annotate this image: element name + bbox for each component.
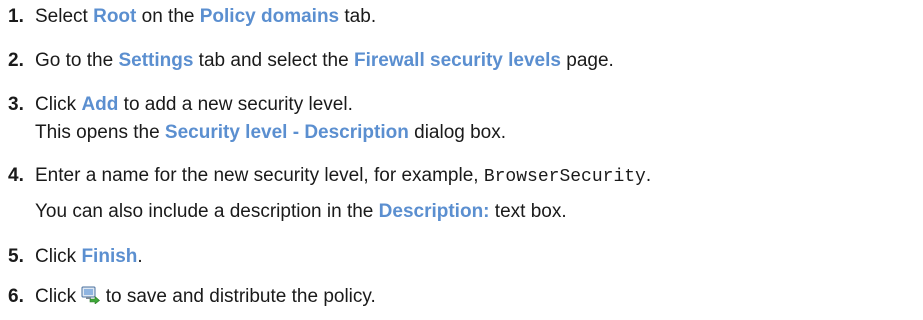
step-text: This opens the [35, 122, 165, 143]
step-text: You can also include a description in th… [35, 201, 379, 222]
ui-term-firewall-security-levels: Firewall security levels [353, 50, 561, 71]
procedure-steps: 1. Select Root on the Policy domains tab.… [0, 0, 923, 320]
step-text: . [645, 165, 652, 186]
step-text: page. [560, 50, 614, 71]
step-number: 5. [8, 246, 24, 267]
ui-term-root: Root [93, 6, 137, 27]
step-text: dialog box. [408, 122, 507, 143]
step-number: 6. [8, 286, 24, 307]
step-3: 3. Click Add to add a new security level. [8, 93, 353, 117]
code-example: BrowserSecurity [483, 167, 646, 187]
step-text: to add a new security level. [118, 94, 353, 115]
step-text: Click [35, 286, 82, 307]
step-text: Select [35, 6, 94, 27]
ui-term-add: Add [81, 94, 119, 115]
step-3-continuation: This opens the Security level - Descript… [35, 121, 506, 145]
ui-term-policy-domains: Policy domains [199, 6, 340, 27]
step-text: Enter a name for the new security level,… [35, 165, 484, 186]
step-5: 5. Click Finish. [8, 245, 143, 269]
step-number: 3. [8, 94, 24, 115]
step-4-continuation: You can also include a description in th… [35, 200, 567, 224]
step-6: 6. Click to save and distribute the polic… [8, 285, 376, 309]
step-number: 2. [8, 50, 24, 71]
ui-term-settings: Settings [118, 50, 194, 71]
ui-term-finish: Finish [81, 246, 138, 267]
ui-term-description: Description: [378, 201, 490, 222]
save-and-distribute-icon [81, 286, 101, 305]
ui-term-security-level-description: Security level - Description [164, 122, 409, 143]
step-2: 2. Go to the Settings tab and select the … [8, 49, 614, 73]
step-text: text box. [489, 201, 567, 222]
step-text: Click [35, 246, 82, 267]
step-number: 4. [8, 165, 24, 186]
step-text: tab and select the [193, 50, 354, 71]
step-1: 1. Select Root on the Policy domains tab. [8, 5, 376, 29]
step-text: Go to the [35, 50, 119, 71]
step-text: tab. [339, 6, 377, 27]
step-4: 4. Enter a name for the new security leve… [8, 164, 651, 189]
step-number: 1. [8, 6, 24, 27]
step-text: Click [35, 94, 82, 115]
step-text: on the [136, 6, 200, 27]
step-text: . [137, 246, 143, 267]
step-text: to save and distribute the policy. [100, 286, 376, 307]
